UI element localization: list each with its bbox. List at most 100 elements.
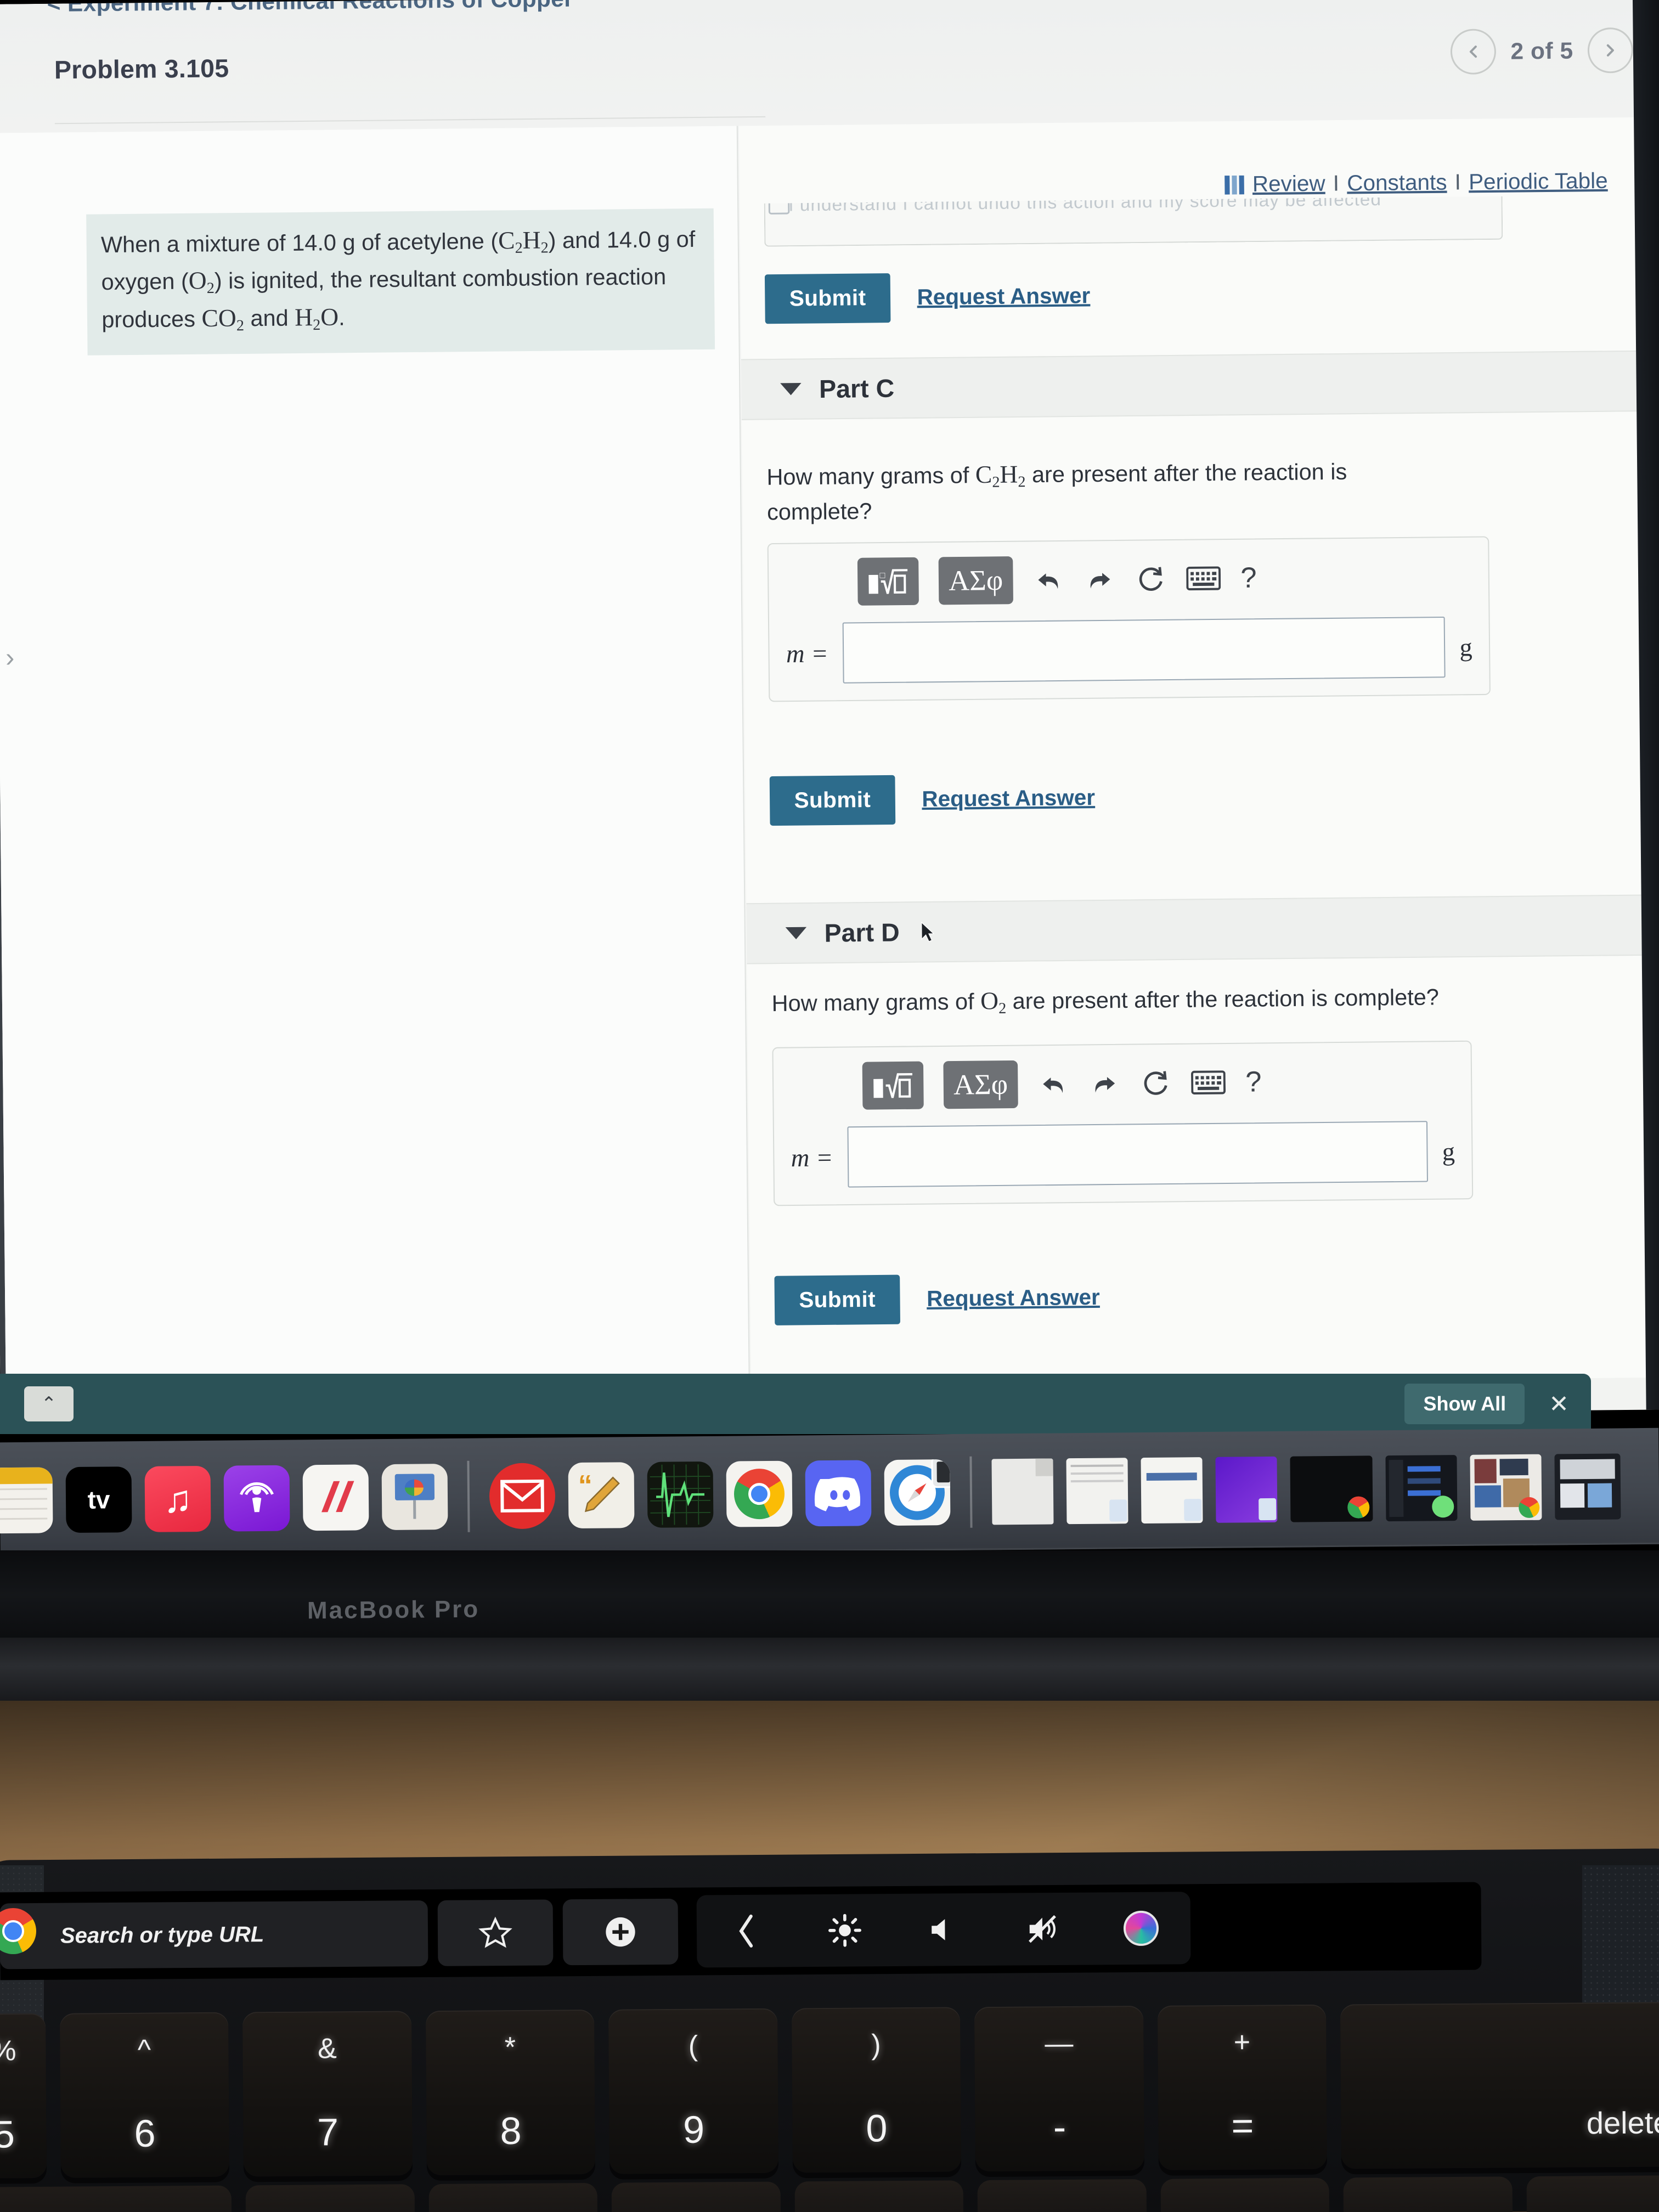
prev-problem-button[interactable] (1450, 29, 1497, 75)
constants-link[interactable]: Constants (1347, 170, 1447, 196)
key[interactable] (0, 2185, 232, 2212)
undo-arrow-icon[interactable] (1033, 564, 1064, 595)
dock-item-podcasts[interactable] (223, 1465, 290, 1532)
statement-line3c: . (338, 304, 345, 330)
key-5[interactable]: % 5 (0, 2013, 47, 2179)
brightness-icon[interactable] (795, 1894, 895, 1967)
dock-item-mail[interactable] (489, 1463, 556, 1530)
dock-item-chrome[interactable] (726, 1460, 793, 1527)
undo-arrow-icon[interactable] (1037, 1068, 1069, 1099)
review-link[interactable]: Review (1252, 171, 1325, 197)
key-0[interactable]: ) 0 (791, 2007, 962, 2173)
dock-item-apple-tv[interactable]: tv (65, 1466, 132, 1533)
key[interactable] (611, 2181, 781, 2212)
dock-item-keynote[interactable] (381, 1464, 448, 1531)
touchbar-url-field[interactable]: Search or type URL (0, 1900, 428, 1970)
chevron-right-icon (1606, 44, 1614, 57)
minimized-window[interactable] (1141, 1457, 1203, 1524)
question-c-c: complete? (766, 498, 872, 525)
help-button-d[interactable]: ? (1245, 1065, 1262, 1099)
answer-input-d[interactable] (847, 1121, 1428, 1188)
submit-button-part-d[interactable]: Submit (774, 1274, 900, 1325)
minimized-window[interactable] (1385, 1455, 1458, 1522)
next-problem-button[interactable] (1587, 27, 1634, 74)
reset-circle-icon[interactable] (1140, 1067, 1171, 1098)
key--[interactable]: — - (974, 2005, 1144, 2172)
touchbar-bookmark-button[interactable] (437, 1899, 554, 1966)
question-d-b: are present after the reaction is comple… (1006, 984, 1440, 1014)
redo-arrow-icon[interactable] (1089, 1068, 1120, 1099)
key-delete[interactable]: delete (1340, 2001, 1659, 2169)
mute-icon[interactable] (993, 1893, 1092, 1966)
show-all-button[interactable]: Show All (1404, 1384, 1525, 1424)
key-9[interactable]: (9 (608, 2008, 778, 2174)
dock-item-news[interactable] (302, 1464, 369, 1531)
key-8[interactable]: * 8 (425, 2009, 596, 2176)
help-button-c[interactable]: ? (1240, 561, 1257, 595)
dock-item-notes[interactable] (0, 1467, 53, 1534)
key-7[interactable]: & 7 (242, 2011, 413, 2177)
macos-dock: tv ♫ “ (0, 1427, 1659, 1559)
request-answer-link-part-d[interactable]: Request Answer (927, 1285, 1100, 1312)
key[interactable] (245, 2184, 415, 2212)
checkbox-icon[interactable] (768, 196, 790, 215)
reset-circle-icon[interactable] (1135, 563, 1166, 595)
submit-button-part-b[interactable]: Submit (764, 273, 891, 324)
mouse-pointer-icon (921, 921, 935, 943)
key[interactable] (1526, 2175, 1659, 2212)
dock-item-pages[interactable]: “ (568, 1462, 635, 1529)
touch-bar: Search or type URL (0, 1882, 1482, 1980)
siri-icon[interactable] (1092, 1892, 1191, 1965)
dock-item-discord[interactable] (805, 1460, 872, 1527)
caret-down-icon[interactable] (780, 382, 802, 396)
mail-icon (500, 1479, 544, 1513)
statement-line3b: and (244, 304, 295, 331)
minimized-window[interactable] (1066, 1458, 1128, 1525)
statement-line1b: ) and (548, 227, 601, 253)
minimized-window[interactable] (1470, 1454, 1542, 1521)
key[interactable] (977, 2179, 1147, 2212)
key-=[interactable]: + = (1157, 2004, 1328, 2170)
key-shift-label: & (317, 2033, 337, 2065)
key[interactable] (1160, 2177, 1330, 2212)
periodic-table-link[interactable]: Periodic Table (1469, 168, 1608, 195)
template-sqrt-button-d[interactable] (862, 1061, 924, 1110)
submit-button-part-c[interactable]: Submit (769, 775, 896, 826)
greek-label-c: ΑΣφ (948, 564, 1003, 597)
dock-item-safari[interactable] (884, 1459, 951, 1526)
part-header-d[interactable]: Part D (746, 894, 1642, 964)
minimized-window[interactable] (991, 1458, 1054, 1525)
minimized-window[interactable] (1554, 1453, 1621, 1520)
touchbar-newtab-button[interactable] (562, 1898, 679, 1966)
template-sqrt-button-c[interactable]: □ (857, 557, 919, 606)
minimized-window[interactable] (1290, 1455, 1373, 1522)
close-icon[interactable]: ✕ (1549, 1390, 1569, 1418)
redo-arrow-icon[interactable] (1084, 563, 1115, 595)
volume-icon[interactable] (894, 1893, 994, 1966)
key-shift-label: % (0, 2035, 16, 2067)
greek-symbols-button-d[interactable]: ΑΣφ (943, 1060, 1018, 1109)
dock-item-activity-monitor[interactable] (647, 1461, 714, 1528)
request-answer-link-part-b[interactable]: Request Answer (917, 284, 1090, 311)
minimized-window[interactable] (1215, 1456, 1278, 1523)
download-expand-button[interactable]: ⌃ (24, 1386, 74, 1421)
part-d-actions: Submit Request Answer (774, 1273, 1100, 1325)
key[interactable] (1343, 2176, 1513, 2212)
dock-item-music[interactable]: ♫ (144, 1465, 211, 1532)
download-bar-actions: Show All ✕ (1404, 1384, 1569, 1424)
caret-down-icon[interactable] (785, 927, 807, 940)
keyboard-icon[interactable] (1190, 1070, 1226, 1096)
expand-chevron-icon[interactable] (697, 1894, 796, 1967)
template-sqrt-icon (873, 1073, 912, 1098)
answer-input-c[interactable] (842, 616, 1446, 684)
key[interactable] (428, 2182, 598, 2212)
panel-collapse-chevron-icon[interactable]: › (5, 642, 15, 673)
statement-line1a: When a mixture of 14.0 g of acetylene ( (100, 228, 499, 258)
greek-symbols-button-c[interactable]: ΑΣφ (938, 556, 1013, 605)
request-answer-link-part-c[interactable]: Request Answer (922, 786, 1095, 812)
keyboard-icon[interactable] (1186, 566, 1221, 591)
part-header-c[interactable]: Part C (741, 350, 1637, 420)
problem-statement-text: When a mixture of 14.0 g of acetylene (C… (86, 208, 715, 356)
key-6[interactable]: ^ 6 (59, 2012, 230, 2178)
key[interactable] (794, 2180, 964, 2212)
